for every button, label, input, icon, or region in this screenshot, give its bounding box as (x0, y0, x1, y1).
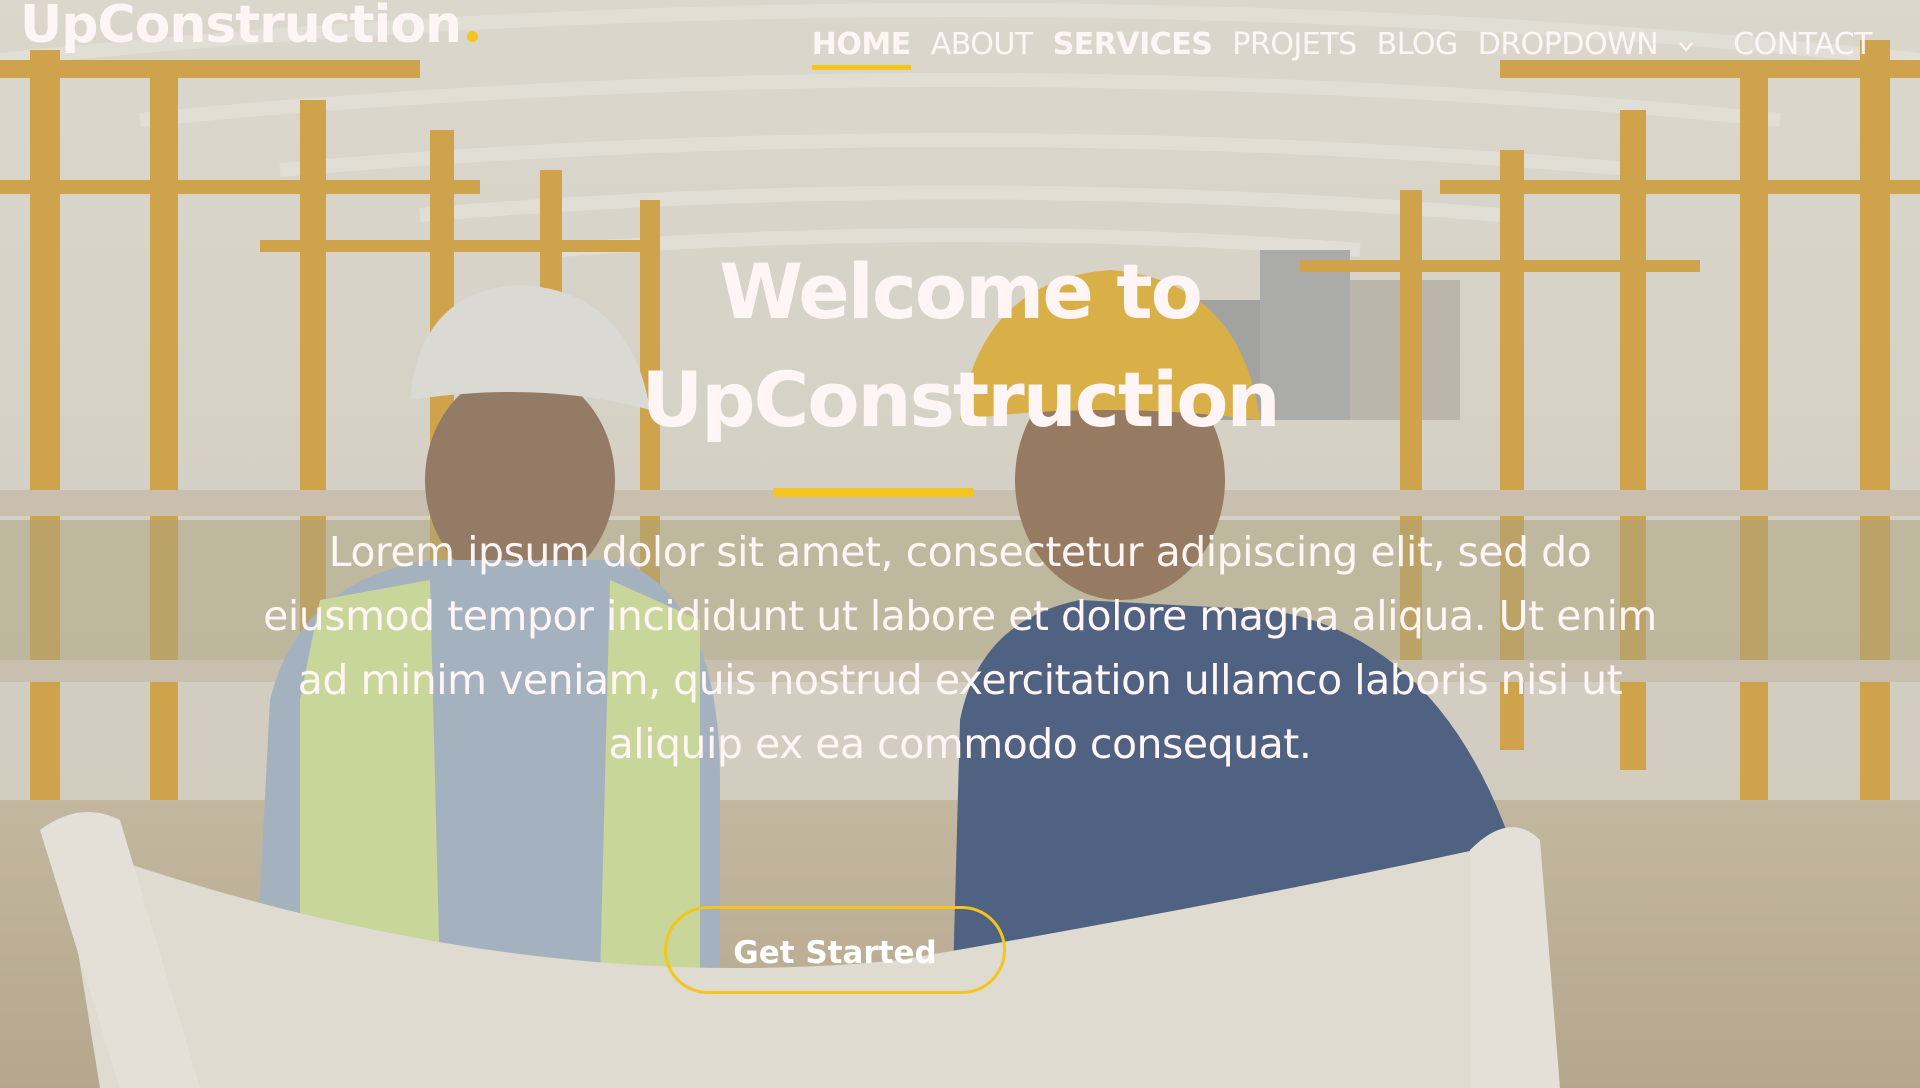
site-header: UpConstruction HOME ABOUT SERVICES PROJE… (0, 0, 1920, 90)
nav-item-dropdown-label: DROPDOWN (1477, 27, 1659, 62)
hero-title: Welcome to UpConstruction (460, 238, 1460, 454)
site-logo[interactable]: UpConstruction (20, 0, 479, 56)
nav-item-projets[interactable]: PROJETS (1232, 18, 1357, 72)
nav-item-about[interactable]: ABOUT (931, 18, 1033, 72)
main-nav: HOME ABOUT SERVICES PROJETS BLOG DROPDOW… (792, 18, 1872, 72)
title-divider (773, 488, 973, 497)
get-started-button[interactable]: Get Started (664, 906, 1006, 994)
hero-description: Lorem ipsum dolor sit amet, consectetur … (263, 528, 1657, 768)
logo-text: UpConstruction (20, 0, 462, 55)
nav-item-home[interactable]: HOME (811, 18, 911, 72)
nav-item-blog[interactable]: BLOG (1377, 18, 1459, 72)
nav-item-services[interactable]: SERVICES (1053, 18, 1213, 72)
nav-item-contact[interactable]: CONTACT (1733, 18, 1872, 72)
hero-section: UpConstruction HOME ABOUT SERVICES PROJE… (0, 0, 1920, 1088)
hero-title-line1: Welcome to (719, 247, 1203, 336)
hero-title-line2: UpConstruction (641, 355, 1280, 444)
logo-dot (467, 31, 479, 42)
nav-item-dropdown[interactable]: DROPDOWN (1478, 18, 1696, 72)
chevron-down-icon (1679, 41, 1694, 52)
